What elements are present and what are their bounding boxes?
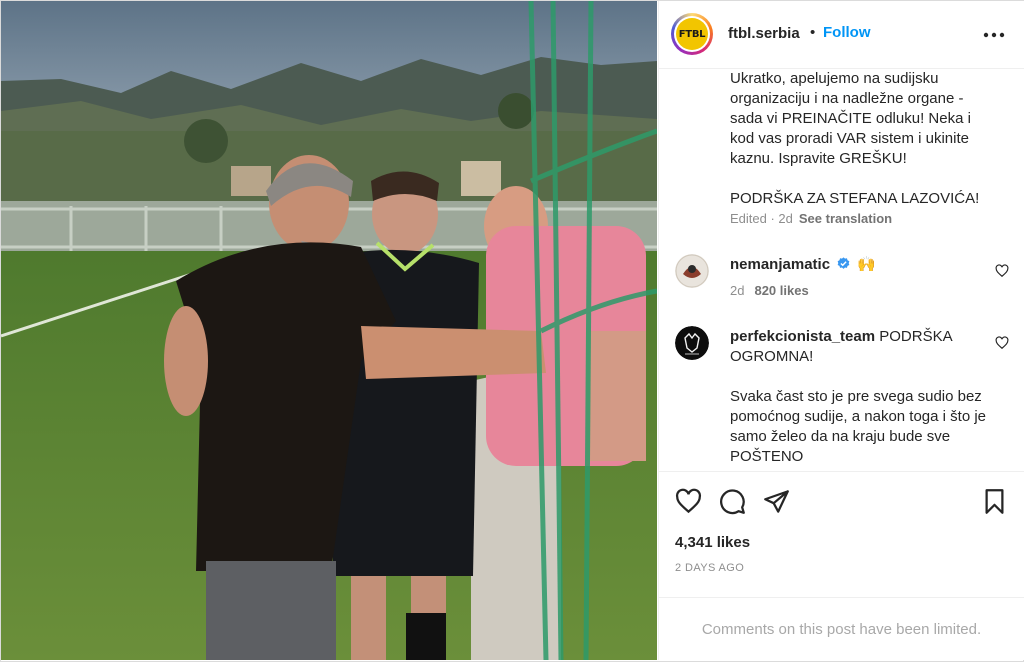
video-frame-image bbox=[1, 1, 657, 660]
post-header: FTBL ftbl.serbia • Follow bbox=[659, 1, 1024, 69]
share-icon[interactable] bbox=[763, 488, 790, 515]
comment-icon[interactable] bbox=[719, 488, 746, 515]
comment-age: 2d bbox=[730, 283, 745, 298]
comment-meta: 2d 820 likes bbox=[730, 283, 809, 298]
comments-scroll-area[interactable]: Ukratko, apelujemo na sudijsku organizac… bbox=[659, 69, 1024, 471]
commenter-avatar[interactable] bbox=[675, 326, 709, 360]
comment-text: 🙌 bbox=[857, 256, 877, 273]
post-date[interactable]: 2 DAYS AGO bbox=[675, 562, 744, 574]
avatar-image bbox=[675, 326, 709, 360]
comment-username[interactable]: nemanjamatic bbox=[730, 256, 830, 273]
avatar-image bbox=[675, 254, 709, 288]
separator-dot: • bbox=[810, 24, 816, 41]
post-video[interactable] bbox=[1, 1, 657, 660]
see-translation-link[interactable]: See translation bbox=[799, 211, 892, 226]
heart-icon[interactable] bbox=[995, 336, 1009, 350]
post-caption: Ukratko, apelujemo na sudijsku organizac… bbox=[730, 70, 980, 207]
post-side-panel: FTBL ftbl.serbia • Follow Ukratko, apelu… bbox=[658, 1, 1024, 660]
comment-text-continued: Svaka čast sto je pre svega sudio bez po… bbox=[730, 388, 987, 465]
verified-badge-icon bbox=[837, 257, 850, 269]
post-likes-count[interactable]: 4,341 likes bbox=[675, 534, 750, 551]
comment-likes[interactable]: 820 likes bbox=[754, 283, 808, 298]
author-avatar[interactable]: FTBL bbox=[671, 13, 713, 55]
comment-line: perfekcionista_team PODRŠKA OGROMNA! bbox=[730, 327, 992, 367]
post-actions: 4,341 likes 2 DAYS AGO bbox=[659, 471, 1024, 598]
caption-meta: Edited · 2d See translation bbox=[730, 211, 892, 226]
heart-icon[interactable] bbox=[675, 488, 702, 515]
bookmark-icon[interactable] bbox=[981, 488, 1008, 515]
follow-button[interactable]: Follow bbox=[823, 24, 871, 41]
comment-line: nemanjamatic 🙌 bbox=[730, 255, 876, 275]
author-username[interactable]: ftbl.serbia bbox=[728, 25, 800, 42]
more-horizontal-icon[interactable] bbox=[982, 25, 1006, 45]
comments-limited-notice: Comments on this post have been limited. bbox=[659, 597, 1024, 661]
heart-icon[interactable] bbox=[995, 264, 1009, 278]
commenter-avatar[interactable] bbox=[675, 254, 709, 288]
edited-label: Edited · 2d bbox=[730, 211, 793, 226]
comment-username[interactable]: perfekcionista_team bbox=[730, 328, 875, 345]
ftbl-logo: FTBL bbox=[676, 18, 708, 50]
